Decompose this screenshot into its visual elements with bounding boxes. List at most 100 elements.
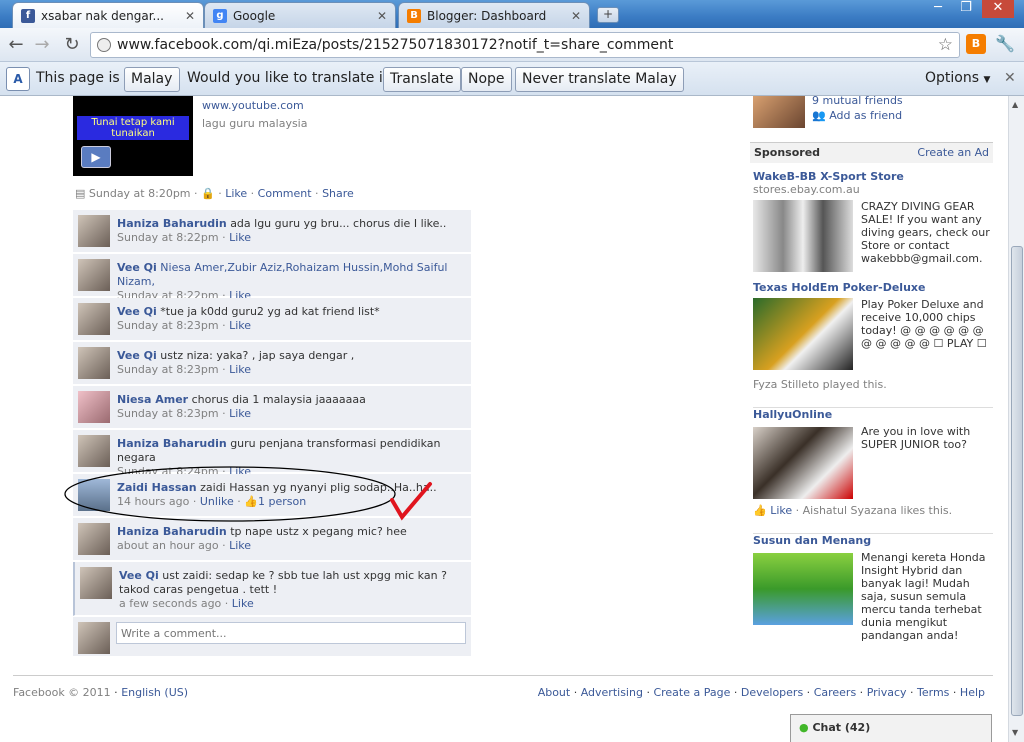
- annotation-ellipse: [64, 466, 396, 522]
- language-select[interactable]: Malay ▼: [124, 67, 180, 109]
- ad-title[interactable]: WakeB-BB X-Sport Store: [753, 170, 993, 183]
- comment-text: *tue ja k0dd guru2 yg ad kat friend list…: [160, 305, 380, 318]
- commenter-name[interactable]: Haniza Baharudin: [117, 437, 227, 450]
- avatar[interactable]: [78, 215, 110, 247]
- ad-image[interactable]: [753, 200, 853, 272]
- commenter-name[interactable]: Vee Qi: [119, 569, 159, 582]
- google-icon: g: [213, 8, 227, 23]
- ad-title[interactable]: Susun dan Menang: [753, 534, 993, 547]
- link-url[interactable]: www.youtube.com: [202, 99, 304, 112]
- tab-facebook[interactable]: f xsabar nak dengar... ✕: [12, 2, 204, 28]
- footer-link-privacy[interactable]: Privacy: [867, 686, 907, 699]
- avatar[interactable]: [78, 391, 110, 423]
- commenter-name[interactable]: Vee Qi: [117, 349, 157, 362]
- footer-link-terms[interactable]: Terms: [917, 686, 949, 699]
- ad-item[interactable]: Texas HoldEm Poker-Deluxe Play Poker Del…: [753, 281, 993, 391]
- scroll-up-icon[interactable]: ▲: [1012, 100, 1018, 109]
- footer-link-about[interactable]: About: [538, 686, 571, 699]
- scrollbar-thumb[interactable]: [1011, 246, 1023, 716]
- link-description: lagu guru malaysia: [202, 117, 308, 130]
- footer-language-link[interactable]: English (US): [121, 686, 188, 699]
- ad-title[interactable]: HallyuOnline: [753, 408, 993, 421]
- avatar[interactable]: [78, 303, 110, 335]
- options-label: Options: [925, 70, 980, 86]
- nope-button[interactable]: Nope: [461, 67, 512, 92]
- comment-input[interactable]: [116, 622, 466, 644]
- window-close-icon[interactable]: ✕: [982, 0, 1014, 18]
- avatar[interactable]: [78, 347, 110, 379]
- translate-button[interactable]: Translate: [383, 67, 461, 92]
- ad-item[interactable]: Susun dan Menang Menangi kereta Honda In…: [753, 533, 993, 642]
- ad-image[interactable]: [753, 427, 853, 499]
- ad-image[interactable]: [753, 298, 853, 370]
- back-icon[interactable]: ←: [4, 33, 28, 57]
- share-link[interactable]: Share: [322, 187, 354, 200]
- comment-link[interactable]: Comment: [258, 187, 312, 200]
- comment-item: Niesa Amer chorus dia 1 malaysia jaaaaaa…: [73, 386, 471, 429]
- ad-like-link[interactable]: 👍 Like: [753, 504, 792, 517]
- ad-item[interactable]: WakeB-BB X-Sport Store stores.ebay.com.a…: [753, 170, 993, 272]
- ad-social-context: Fyza Stilleto played this.: [753, 378, 887, 391]
- blogger-extension-icon[interactable]: B: [966, 34, 986, 54]
- close-icon[interactable]: ✕: [377, 9, 387, 23]
- close-icon[interactable]: ✕: [1004, 70, 1016, 86]
- chat-online-icon: ●: [799, 721, 809, 734]
- minimize-icon[interactable]: ─: [924, 0, 952, 18]
- comment-text[interactable]: Niesa Amer,Zubir Aziz,Rohaizam Hussin,Mo…: [117, 261, 448, 288]
- ad-text: Play Poker Deluxe and receive 10,000 chi…: [861, 298, 987, 350]
- comment-time: Sunday at 8:23pm: [117, 319, 219, 332]
- footer-link-developers[interactable]: Developers: [741, 686, 803, 699]
- ad-item[interactable]: HallyuOnline Are you in love with SUPER …: [753, 407, 993, 522]
- footer-link-create-page[interactable]: Create a Page: [653, 686, 730, 699]
- mutual-friends-link[interactable]: 9 mutual friends: [812, 96, 903, 107]
- vertical-scrollbar[interactable]: ▲ ▼: [1008, 96, 1024, 742]
- facebook-icon: f: [21, 8, 35, 23]
- like-link[interactable]: Like: [232, 597, 254, 610]
- maximize-icon[interactable]: ❐: [952, 0, 980, 18]
- annotation-overlay: [64, 466, 432, 522]
- commenter-name[interactable]: Vee Qi: [117, 261, 157, 274]
- chat-bar[interactable]: ● Chat (42): [790, 714, 992, 742]
- tab-google[interactable]: g Google ✕: [204, 2, 396, 28]
- new-tab-button[interactable]: +: [597, 7, 619, 23]
- close-icon[interactable]: ✕: [571, 9, 581, 23]
- like-link[interactable]: Like: [229, 363, 251, 376]
- tab-label: xsabar nak dengar...: [41, 8, 164, 23]
- sponsored-header: Sponsored Create an Ad: [750, 142, 993, 163]
- close-icon[interactable]: ✕: [185, 9, 195, 23]
- like-link[interactable]: Like: [229, 231, 251, 244]
- forward-icon[interactable]: →: [30, 33, 54, 57]
- bookmark-star-icon[interactable]: ☆: [938, 33, 953, 57]
- translate-question: Would you like to translate it?: [187, 70, 396, 86]
- like-link[interactable]: Like: [225, 187, 247, 200]
- like-link[interactable]: Like: [229, 407, 251, 420]
- post-time: Sunday at 8:20pm: [88, 187, 191, 200]
- add-friend-label: Add as friend: [829, 109, 903, 122]
- ad-image[interactable]: [753, 553, 853, 625]
- options-menu[interactable]: Options ▼: [925, 70, 990, 86]
- footer-link-careers[interactable]: Careers: [814, 686, 857, 699]
- never-translate-button[interactable]: Never translate Malay: [515, 67, 684, 92]
- footer-link-advertising[interactable]: Advertising: [581, 686, 643, 699]
- commenter-name[interactable]: Vee Qi: [117, 305, 157, 318]
- footer-link-help[interactable]: Help: [960, 686, 985, 699]
- commenter-name[interactable]: Niesa Amer: [117, 393, 188, 406]
- play-icon[interactable]: ▶: [81, 146, 111, 168]
- address-bar[interactable]: www.facebook.com/qi.miEza/posts/21527507…: [90, 32, 960, 58]
- commenter-name[interactable]: Haniza Baharudin: [117, 217, 227, 230]
- wrench-icon[interactable]: 🔧: [995, 34, 1015, 54]
- avatar[interactable]: [80, 567, 112, 599]
- friend-suggestion-photo[interactable]: [753, 96, 805, 128]
- window-titlebar: f xsabar nak dengar... ✕ g Google ✕ B Bl…: [0, 0, 1024, 28]
- tab-blogger[interactable]: B Blogger: Dashboard ✕: [398, 2, 590, 28]
- avatar[interactable]: [78, 259, 110, 291]
- add-friend-icon: 👥: [812, 109, 826, 122]
- add-friend-link[interactable]: 👥 Add as friend: [812, 109, 902, 122]
- reload-icon[interactable]: ↻: [60, 33, 84, 57]
- scroll-down-icon[interactable]: ▼: [1012, 728, 1018, 737]
- like-link[interactable]: Like: [229, 539, 251, 552]
- ad-title[interactable]: Texas HoldEm Poker-Deluxe: [753, 281, 993, 294]
- like-link[interactable]: Like: [229, 319, 251, 332]
- video-thumbnail[interactable]: Tunai tetap kami tunaikan ▶: [73, 96, 193, 176]
- create-ad-link[interactable]: Create an Ad: [917, 143, 989, 163]
